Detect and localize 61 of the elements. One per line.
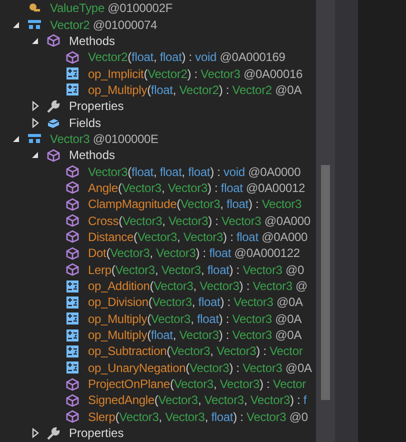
cube-icon [66, 214, 79, 228]
class-icon [28, 18, 41, 32]
cube-icon [47, 34, 60, 48]
operator-icon [66, 361, 79, 374]
member-signature[interactable]: ClampMagnitude(Vector3, float) : Vector3 [88, 197, 302, 212]
operator-icon [66, 312, 79, 326]
cube-icon [66, 394, 79, 407]
member-signature[interactable]: Vector2(float, float) : void @0A000169 [88, 50, 286, 64]
member-signature[interactable]: Cross(Vector3, Vector3) : Vector3 @0A000 [88, 214, 310, 228]
operator-icon [66, 83, 79, 96]
member-signature[interactable]: Lerp(Vector3, Vector3, float) : Vector3 @0 [88, 262, 304, 277]
cube-icon [47, 148, 60, 162]
expanded-arrow-icon[interactable] [31, 36, 39, 45]
expanded-arrow-icon[interactable] [12, 20, 20, 29]
group-label[interactable]: Properties [69, 99, 124, 114]
wrench-icon [47, 100, 60, 113]
operator-icon [66, 328, 79, 342]
collapsed-arrow-icon[interactable] [32, 101, 38, 112]
member-signature[interactable]: op_Addition(Vector3, Vector3) : Vector3 @ [88, 279, 308, 294]
cube-icon [66, 246, 79, 260]
group-label[interactable]: Properties [69, 426, 124, 440]
cube-icon [66, 263, 79, 276]
cube-icon [66, 181, 79, 194]
operator-icon [66, 344, 79, 358]
collapsed-arrow-icon[interactable] [32, 118, 38, 128]
member-signature[interactable]: op_Multiply(Vector3, float) : Vector3 @0A [88, 312, 302, 326]
wrench-icon [47, 426, 60, 440]
operator-icon [66, 280, 79, 293]
collapsed-arrow-icon[interactable] [32, 428, 38, 438]
member-signature[interactable]: op_Division(Vector3, float) : Vector3 @0A [88, 295, 303, 310]
member-signature[interactable]: ProjectOnPlane(Vector3, Vector3) : Vector [88, 377, 306, 392]
member-signature[interactable]: Vector3(float, float, float) : void @0A0000 [88, 164, 301, 179]
group-label[interactable]: Methods [69, 148, 116, 162]
member-signature[interactable]: op_Multiply(float, Vector3) : Vector3 @0A [88, 328, 302, 342]
member-signature[interactable]: op_UnaryNegation(Vector3) : Vector3 @0A [88, 360, 312, 375]
cube-icon [66, 198, 79, 211]
type-label[interactable]: ValueType @0100002F [50, 1, 173, 16]
member-signature[interactable]: Angle(Vector3, Vector3) : float @0A00012 [88, 180, 306, 195]
type-label[interactable]: Vector3 @0100000E [50, 132, 158, 146]
member-signature[interactable]: op_Implicit(Vector2) : Vector3 @0A00016 [88, 66, 303, 81]
member-signature[interactable]: SignedAngle(Vector3, Vector3, Vector3) : f [88, 393, 307, 408]
scrollbar-thumb[interactable] [321, 165, 330, 400]
operator-icon [66, 67, 79, 80]
field-icon [47, 116, 60, 130]
member-signature[interactable]: Slerp(Vector3, Vector3, float) : Vector3 @0 [88, 410, 308, 424]
expanded-arrow-icon[interactable] [12, 134, 20, 143]
class-icon [28, 132, 41, 146]
group-label[interactable]: Methods [69, 34, 116, 48]
group-label[interactable]: Fields [69, 116, 102, 130]
operator-icon [66, 296, 79, 309]
cube-icon [66, 165, 79, 178]
cube-icon [66, 230, 79, 244]
member-signature[interactable]: Dot(Vector3, Vector3) : float @0A000122 [88, 246, 300, 260]
expanded-arrow-icon[interactable] [31, 151, 39, 160]
cube-icon [66, 410, 79, 424]
member-signature[interactable]: op_Multiply(float, Vector2) : Vector2 @0A [88, 82, 302, 97]
member-signature[interactable]: Distance(Vector3, Vector3) : float @0A000 [88, 230, 308, 244]
member-signature[interactable]: op_Subtraction(Vector3, Vector3) : Vector [88, 344, 303, 358]
cube-icon [66, 378, 79, 391]
type-label[interactable]: Vector2 @01000074 [50, 18, 158, 32]
cube-icon [66, 50, 79, 64]
